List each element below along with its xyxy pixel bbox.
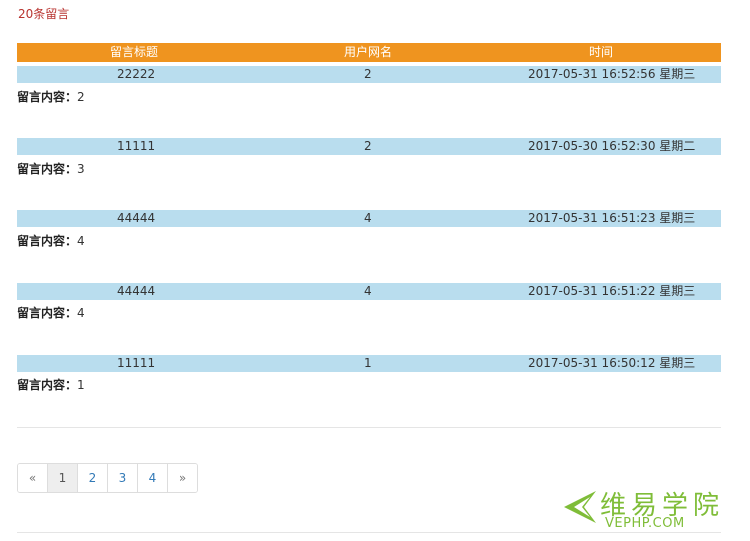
row-time: 2017-05-31 16:51:22 星期三 xyxy=(528,284,696,298)
header-user: 用户网名 xyxy=(344,45,393,59)
row-title: 11111 xyxy=(117,139,156,153)
row-user: 4 xyxy=(364,284,372,298)
row-user: 4 xyxy=(364,211,372,225)
header-title: 留言标题 xyxy=(110,45,159,59)
page-button-4[interactable]: 4 xyxy=(138,464,168,492)
row-time: 2017-05-31 16:50:12 星期三 xyxy=(528,356,696,370)
content-value: 1 xyxy=(77,378,85,392)
table-row: 44444 4 2017-05-31 16:51:23 星期三 xyxy=(17,210,721,227)
table-header: 留言标题 用户网名 时间 xyxy=(17,43,721,62)
row-user: 1 xyxy=(364,356,372,370)
content-label: 留言内容： xyxy=(17,90,78,104)
message-content: 留言内容：3 xyxy=(17,160,85,177)
content-value: 2 xyxy=(77,90,85,104)
row-title: 22222 xyxy=(117,67,156,81)
watermark-en: VEPHP.COM xyxy=(605,516,685,531)
row-title: 11111 xyxy=(117,356,156,370)
page-button-3[interactable]: 3 xyxy=(108,464,138,492)
row-user: 2 xyxy=(364,139,372,153)
message-content: 留言内容：1 xyxy=(17,376,85,393)
content-label: 留言内容： xyxy=(17,162,78,176)
row-time: 2017-05-30 16:52:30 星期二 xyxy=(528,139,696,153)
page-button-1[interactable]: 1 xyxy=(48,464,78,492)
content-label: 留言内容： xyxy=(17,306,78,320)
page-button-2[interactable]: 2 xyxy=(78,464,108,492)
table-row: 44444 4 2017-05-31 16:51:22 星期三 xyxy=(17,283,721,300)
prev-page-button[interactable]: « xyxy=(18,464,48,492)
row-user: 2 xyxy=(364,67,372,81)
row-time: 2017-05-31 16:52:56 星期三 xyxy=(528,67,696,81)
leaf-arrow-icon xyxy=(564,491,596,523)
row-time: 2017-05-31 16:51:23 星期三 xyxy=(528,211,696,225)
table-row: 11111 1 2017-05-31 16:50:12 星期三 xyxy=(17,355,721,372)
pagination: « 1 2 3 4 » xyxy=(17,463,198,493)
message-content: 留言内容：4 xyxy=(17,304,85,321)
content-value: 3 xyxy=(77,162,85,176)
content-label: 留言内容： xyxy=(17,234,78,248)
content-value: 4 xyxy=(77,306,85,320)
watermark-logo: 维易学院 VEPHP.COM xyxy=(560,485,740,535)
content-value: 4 xyxy=(77,234,85,248)
header-time: 时间 xyxy=(589,45,614,59)
message-content: 留言内容：4 xyxy=(17,232,85,249)
row-title: 44444 xyxy=(117,284,156,298)
message-count-title: 20条留言 xyxy=(18,7,70,21)
table-row: 22222 2 2017-05-31 16:52:56 星期三 xyxy=(17,66,721,83)
row-title: 44444 xyxy=(117,211,156,225)
next-page-button[interactable]: » xyxy=(168,464,197,492)
content-label: 留言内容： xyxy=(17,378,78,392)
table-row: 11111 2 2017-05-30 16:52:30 星期二 xyxy=(17,138,721,155)
divider xyxy=(17,427,721,428)
message-content: 留言内容：2 xyxy=(17,88,85,105)
